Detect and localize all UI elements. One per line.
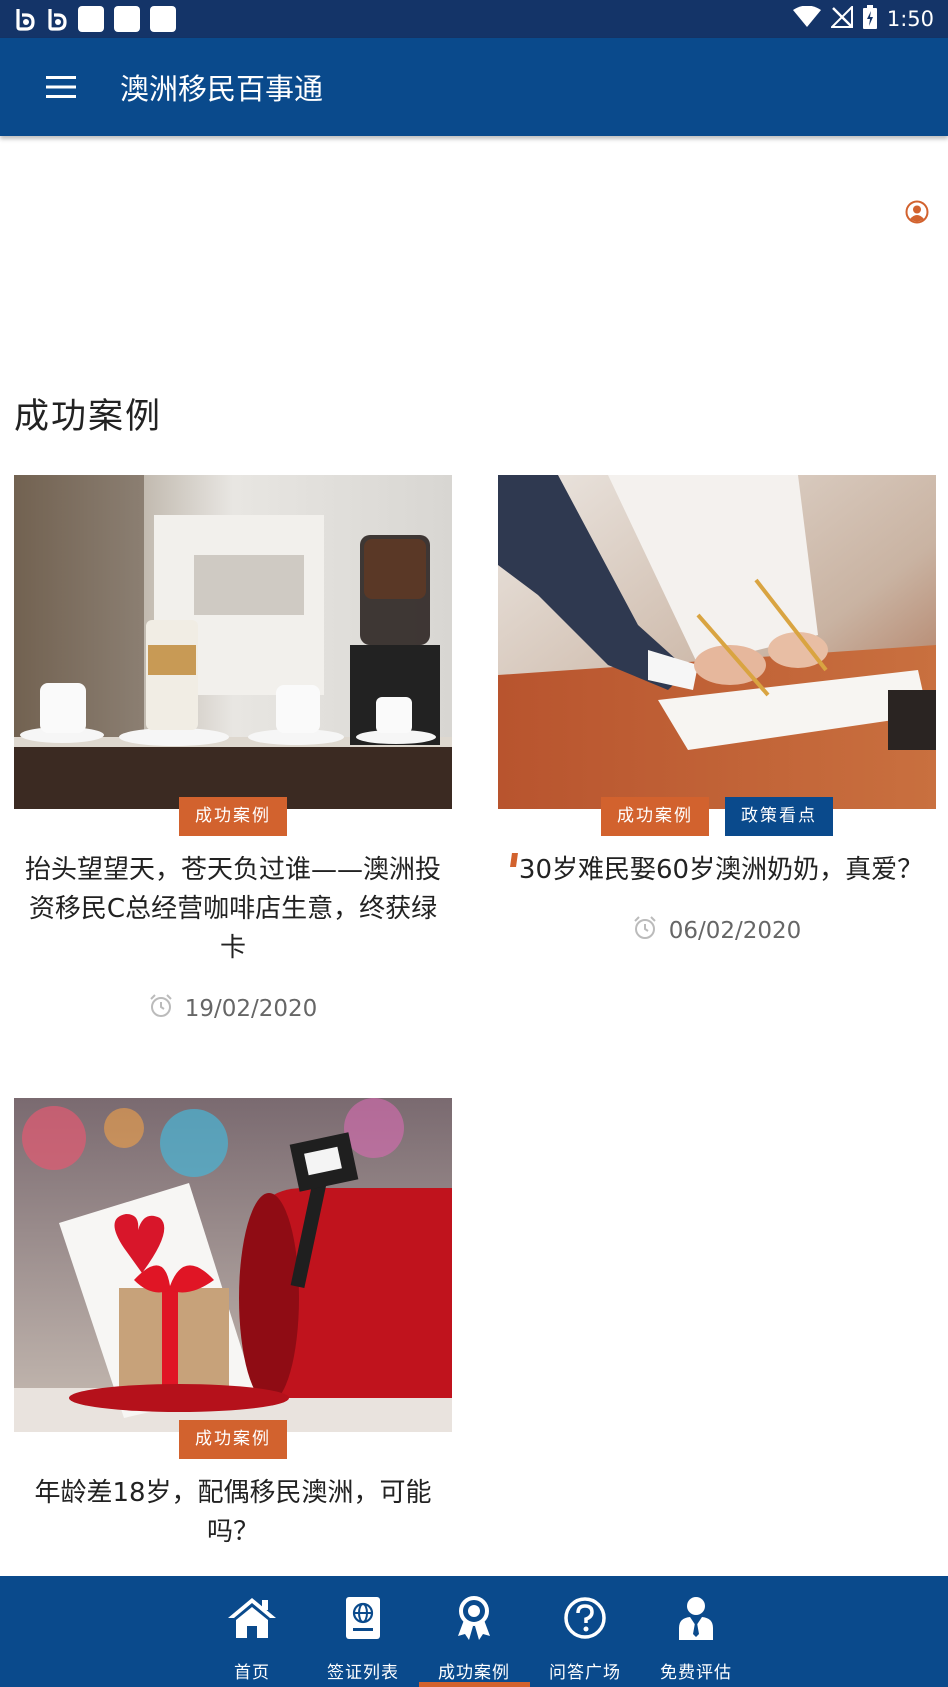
date-text: 06/02/2020 <box>668 918 802 944</box>
nav-item-home[interactable]: 首页 <box>197 1576 308 1687</box>
article-title[interactable]: 30岁难民娶60岁澳洲奶奶，真爱？ <box>519 855 923 885</box>
tag-list: 成功案例 政策看点 <box>498 797 936 836</box>
date-text: 19/02/2020 <box>184 996 318 1022</box>
wifi-icon <box>792 5 821 33</box>
wedding-signing-photo[interactable] <box>498 475 936 809</box>
status-bar: 1:50 <box>0 0 948 38</box>
article-title[interactable]: 年龄差18岁，配偶移民澳洲，可能吗？ <box>14 1474 452 1552</box>
nav-item-success-cases[interactable]: 成功案例 <box>418 1576 530 1687</box>
section-title: 成功案例 <box>14 397 163 437</box>
nav-item-free-assessment[interactable]: 免费评估 <box>641 1576 752 1687</box>
nav-item-qa[interactable]: 问答广场 <box>530 1576 641 1687</box>
square-icon <box>114 6 140 32</box>
award-icon <box>448 1594 500 1642</box>
home-icon <box>226 1594 278 1642</box>
title-marker <box>509 853 518 867</box>
category-tag[interactable]: 成功案例 <box>179 797 287 836</box>
article-card[interactable]: 成功案例 抬头望望天，苍天负过谁——澳洲投资移民C总经营咖啡店生意，终获绿卡 1… <box>14 475 452 1024</box>
nav-label: 成功案例 <box>438 1663 510 1683</box>
article-date: 19/02/2020 <box>14 994 452 1024</box>
article-card[interactable]: 成功案例 年龄差18岁，配偶移民澳洲，可能吗？ <box>14 1098 452 1552</box>
bottom-navigation: 首页 签证列表 成功案例 问答广场 免费评估 <box>0 1576 948 1687</box>
alarm-clock-icon <box>149 994 173 1024</box>
consultant-icon <box>670 1594 722 1642</box>
passport-icon <box>337 1594 389 1642</box>
b-app-icon <box>14 7 36 31</box>
system-status: 1:50 <box>792 4 934 34</box>
nav-label: 问答广场 <box>549 1663 621 1683</box>
app-bar: 澳洲移民百事通 <box>0 38 948 136</box>
nav-label: 签证列表 <box>327 1663 399 1683</box>
alarm-clock-icon <box>633 916 657 946</box>
clock-time: 1:50 <box>886 7 934 31</box>
user-circle-icon[interactable] <box>905 200 929 224</box>
category-tag[interactable]: 成功案例 <box>179 1420 287 1459</box>
coffee-shop-photo[interactable] <box>14 475 452 809</box>
menu-icon[interactable] <box>30 56 92 118</box>
battery-icon <box>862 4 877 34</box>
b-app-icon <box>46 7 68 31</box>
nav-label: 免费评估 <box>660 1663 732 1683</box>
article-title[interactable]: 抬头望望天，苍天负过谁——澳洲投资移民C总经营咖啡店生意，终获绿卡 <box>14 851 452 968</box>
article-date: 06/02/2020 <box>498 916 936 946</box>
no-signal-icon <box>829 4 853 33</box>
question-icon <box>559 1594 611 1642</box>
article-title-row[interactable]: 30岁难民娶60岁澳洲奶奶，真爱？ <box>498 851 936 890</box>
square-icon <box>78 6 104 32</box>
square-icon <box>150 6 176 32</box>
tag-list: 成功案例 <box>14 1420 452 1459</box>
app-title: 澳洲移民百事通 <box>120 72 324 106</box>
tag-list: 成功案例 <box>14 797 452 836</box>
nav-item-visa-list[interactable]: 签证列表 <box>308 1576 419 1687</box>
nav-label: 首页 <box>234 1663 270 1683</box>
mailbox-gift-photo[interactable] <box>14 1098 452 1432</box>
article-card[interactable]: 成功案例 政策看点 30岁难民娶60岁澳洲奶奶，真爱？ 06/02/2020 <box>498 475 936 946</box>
category-tag[interactable]: 政策看点 <box>725 797 833 836</box>
notification-icons <box>14 6 176 32</box>
category-tag[interactable]: 成功案例 <box>601 797 709 836</box>
